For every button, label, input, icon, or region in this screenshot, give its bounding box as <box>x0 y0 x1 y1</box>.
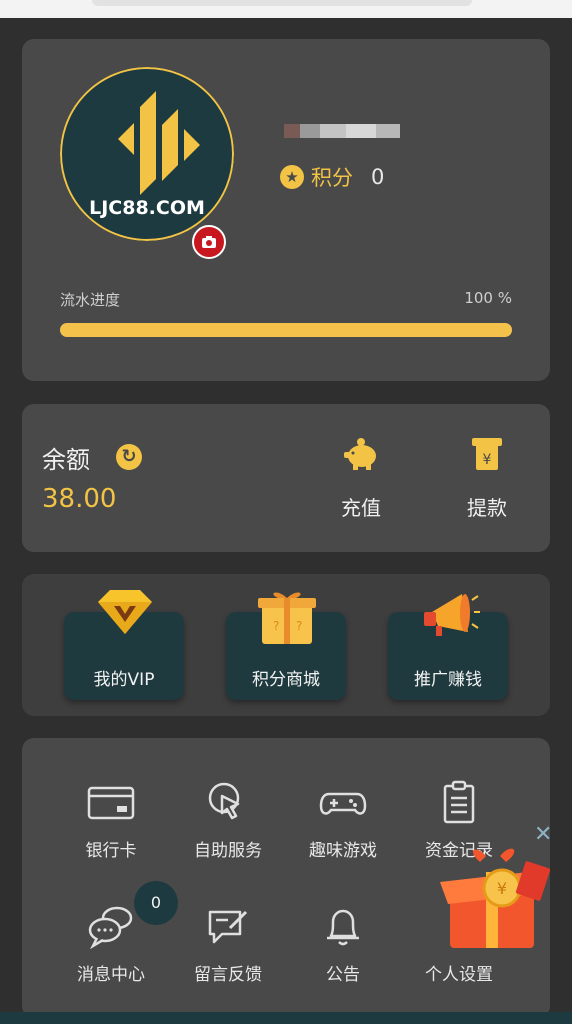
progress-bar <box>60 323 512 337</box>
piggy-bank-icon <box>344 438 376 470</box>
balance-label: 余额 <box>42 446 90 474</box>
menu-label: 留言反馈 <box>194 965 262 985</box>
menu-label: 个人设置 <box>425 965 493 985</box>
floating-promo-gift[interactable]: ¥ <box>436 842 564 952</box>
menu-bank-card[interactable]: 银行卡 <box>56 780 166 861</box>
message-count-badge: 0 <box>134 881 178 925</box>
svg-text:?: ? <box>296 619 302 633</box>
balance-card: 余额 ↻ 38.00 充值 ¥ 提款 <box>22 404 550 552</box>
profile-card: LJC88.COM ★ 积分 0 流水进度 100 % <box>22 39 550 381</box>
svg-text:¥: ¥ <box>497 879 507 898</box>
camera-icon[interactable] <box>192 225 226 259</box>
withdraw-button[interactable]: ¥ 提款 <box>452 436 522 521</box>
avatar-logo-text: LJC88.COM <box>89 197 205 219</box>
vip-diamond-icon <box>98 590 152 634</box>
progress-percent: 100 % <box>464 289 512 307</box>
points-value: 0 <box>371 165 385 189</box>
star-icon: ★ <box>280 165 304 189</box>
deposit-button[interactable]: 充值 <box>326 436 396 521</box>
menu-self-service[interactable]: 自助服务 <box>173 780 283 861</box>
svg-text:¥: ¥ <box>483 452 492 468</box>
shortcut-card: 我的VIP ? ? 积分商城 推广赚钱 <box>22 574 550 716</box>
progress-bar-fill <box>60 323 512 337</box>
browser-top-bar <box>0 0 572 18</box>
menu-fun-games[interactable]: 趣味游戏 <box>288 780 398 861</box>
gamepad-icon <box>319 792 367 815</box>
refresh-icon[interactable]: ↻ <box>116 444 142 470</box>
bell-icon <box>327 909 359 946</box>
address-bar[interactable] <box>92 0 472 6</box>
menu-announcement[interactable]: 公告 <box>288 904 398 985</box>
atm-withdraw-icon: ¥ <box>472 438 502 470</box>
bottom-nav-strip <box>0 1012 572 1024</box>
avatar[interactable]: LJC88.COM <box>60 67 234 259</box>
my-vip-button[interactable]: 我的VIP <box>64 590 184 700</box>
menu-label: 趣味游戏 <box>309 841 377 861</box>
menu-label: 银行卡 <box>85 841 137 861</box>
chat-bubbles-icon <box>88 906 133 950</box>
pointer-click-icon <box>208 782 240 820</box>
progress-label: 流水进度 <box>60 291 121 309</box>
withdraw-label: 提款 <box>467 496 507 520</box>
promotion-button[interactable]: 推广赚钱 <box>388 594 508 700</box>
my-vip-label: 我的VIP <box>93 670 155 690</box>
points-label: 积分 <box>311 166 353 190</box>
red-envelope-gift-icon: ¥ <box>440 848 551 948</box>
menu-label: 公告 <box>326 965 360 985</box>
bank-card-icon <box>87 786 135 820</box>
menu-feedback[interactable]: 留言反馈 <box>173 904 283 985</box>
username-blurred <box>284 123 404 151</box>
points-mall-button[interactable]: ? ? 积分商城 <box>226 592 346 700</box>
feedback-edit-icon <box>208 910 248 944</box>
clipboard-icon <box>443 780 475 824</box>
balance-value: 38.00 <box>42 484 117 514</box>
menu-label: 自助服务 <box>194 841 262 861</box>
deposit-label: 充值 <box>341 496 381 520</box>
svg-text:?: ? <box>273 619 279 633</box>
gift-box-icon: ? ? <box>258 592 316 644</box>
points-row: ★ 积分 0 <box>280 162 384 192</box>
points-mall-label: 积分商城 <box>252 670 320 690</box>
promotion-label: 推广赚钱 <box>414 670 482 690</box>
menu-label: 消息中心 <box>77 965 145 985</box>
megaphone-icon <box>424 594 480 636</box>
